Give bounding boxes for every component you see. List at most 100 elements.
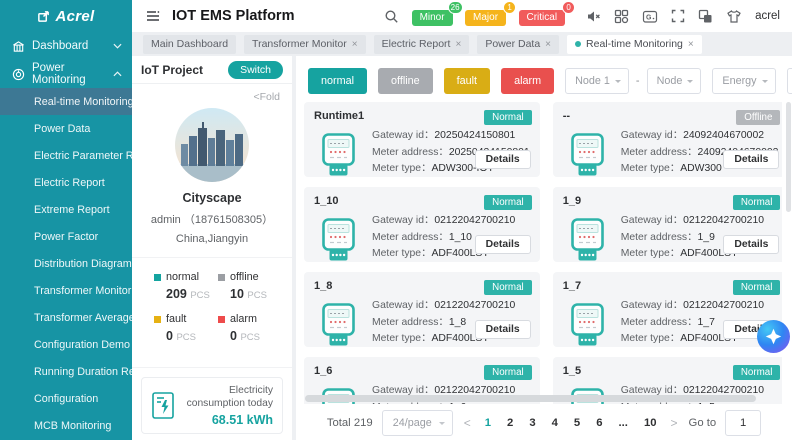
- device-stat: normal 209 PCS: [154, 271, 212, 301]
- status-filter-button[interactable]: fault: [444, 68, 490, 94]
- svg-text:G: G: [646, 14, 652, 21]
- page-number[interactable]: 3: [526, 417, 538, 429]
- tab[interactable]: Main Dashboard ×: [143, 35, 236, 54]
- apps-grid-icon[interactable]: [614, 9, 629, 24]
- horizontal-scrollbar[interactable]: [305, 395, 756, 402]
- status-filter-button[interactable]: normal: [308, 68, 367, 94]
- sidebar-subitem[interactable]: Electric Parameter Report: [0, 142, 132, 169]
- meter-type-label: Meter type：: [621, 248, 680, 259]
- sidebar-item-dashboard[interactable]: Dashboard: [0, 32, 132, 60]
- details-button[interactable]: Details: [475, 150, 531, 169]
- alarm-badge[interactable]: Minor 26: [412, 7, 453, 26]
- tab[interactable]: Electric Report ×: [374, 35, 470, 54]
- fold-panel-link[interactable]: <Fold: [132, 84, 292, 103]
- sidebar-subitem[interactable]: Running Duration Report: [0, 358, 132, 385]
- sidebar-subitem[interactable]: Transformer Monitor: [0, 277, 132, 304]
- main-content: normal offline fault alarm Node 1 - Node…: [296, 56, 792, 440]
- sidebar-subitem[interactable]: Power Factor: [0, 223, 132, 250]
- energy-value: Energy: [722, 75, 756, 87]
- sidebar-subitem[interactable]: Electric Report: [0, 169, 132, 196]
- tab-close-icon[interactable]: ×: [455, 39, 461, 50]
- meter-icon: [569, 218, 606, 267]
- device-card: 1_8 Normal Gateway id：02122042700210 Met…: [304, 272, 540, 347]
- chevron-up-icon: [113, 71, 122, 77]
- status-badge: Normal: [484, 110, 532, 125]
- collapse-menu-icon[interactable]: [145, 8, 161, 24]
- username[interactable]: acrel: [755, 10, 780, 22]
- alarm-badge[interactable]: Major 1: [465, 7, 506, 26]
- page-size-select[interactable]: 24/page: [382, 410, 453, 436]
- details-button[interactable]: Details: [475, 320, 531, 339]
- tab-close-icon[interactable]: ×: [352, 39, 358, 50]
- meter-icon: [320, 133, 357, 182]
- sidebar-subitem[interactable]: Extreme Report: [0, 196, 132, 223]
- page-number[interactable]: 4: [549, 417, 561, 429]
- theme-icon[interactable]: [698, 9, 713, 24]
- status-filter-button[interactable]: offline: [378, 68, 433, 94]
- project-panel-title: IoT Project: [141, 63, 203, 77]
- device-card: 1_9 Normal Gateway id：02122042700210 Met…: [553, 187, 782, 262]
- details-button[interactable]: Details: [723, 150, 779, 169]
- ai-assistant-button[interactable]: [757, 320, 790, 353]
- fullscreen-icon[interactable]: [671, 9, 685, 23]
- node-from-select[interactable]: Node 1: [565, 68, 629, 94]
- prev-page-icon[interactable]: <: [462, 416, 473, 430]
- page-size-value: 24/page: [393, 417, 432, 429]
- sidebar-subitem[interactable]: Configuration: [0, 385, 132, 412]
- goto-page-input[interactable]: [725, 410, 761, 436]
- page-number[interactable]: 6: [593, 417, 605, 429]
- device-card: Runtime1 Normal Gateway id：2025042415080…: [304, 102, 540, 177]
- device-card: -- Offline Gateway id：24092404670002 Met…: [553, 102, 782, 177]
- acrel-logo-icon: [37, 10, 50, 23]
- translate-icon[interactable]: G: [642, 9, 658, 24]
- sidebar-subitem[interactable]: Power Data: [0, 115, 132, 142]
- sidebar-subitem[interactable]: MCB Monitoring: [0, 412, 132, 439]
- meter-address-label: Meter address：: [621, 317, 698, 328]
- mute-icon[interactable]: [586, 9, 601, 24]
- page-number[interactable]: 5: [571, 417, 583, 429]
- meter-icon: [320, 303, 357, 352]
- details-button[interactable]: Details: [475, 235, 531, 254]
- page-number[interactable]: 1: [482, 417, 494, 429]
- vertical-scrollbar[interactable]: [786, 102, 791, 212]
- status-badge: Offline: [736, 110, 780, 125]
- tab-close-icon[interactable]: ×: [545, 39, 551, 50]
- app-header: Acrel IOT EMS Platform Minor 26 Major 1 …: [0, 0, 792, 32]
- tab-close-icon[interactable]: ×: [688, 39, 694, 50]
- gateway-id-input[interactable]: [787, 68, 792, 94]
- stat-value: 0: [166, 329, 173, 343]
- status-badge: Normal: [733, 280, 781, 295]
- sidebar-subitem[interactable]: Transformer Average Loa...: [0, 304, 132, 331]
- divider: [132, 367, 292, 368]
- search-icon[interactable]: [384, 9, 399, 24]
- tshirt-icon[interactable]: [726, 9, 742, 24]
- gateway-id-value: 24092404670002: [683, 130, 764, 141]
- tab-label: Power Data: [485, 38, 540, 50]
- next-page-icon[interactable]: >: [669, 416, 680, 430]
- page-numbers: 1 2 3 4 5 6 ... 10: [482, 417, 660, 429]
- sidebar-item-power-monitoring[interactable]: Power Monitoring: [0, 60, 132, 88]
- status-filter-button[interactable]: alarm: [501, 68, 554, 94]
- alarm-badge[interactable]: Critical 0: [519, 7, 566, 26]
- tab-label: Transformer Monitor: [252, 38, 347, 50]
- alarm-badges: Minor 26 Major 1 Critical 0: [412, 7, 574, 26]
- node-to-select[interactable]: Node: [647, 68, 702, 94]
- project-panel: IoT Project Switch <Fold: [132, 56, 296, 440]
- sidebar-subitem[interactable]: Configuration Demo: [0, 331, 132, 358]
- alarm-count-badge: 26: [448, 1, 463, 14]
- alarm-count-badge: 0: [562, 1, 575, 14]
- sidebar-subitem[interactable]: Real-time Monitoring: [0, 88, 132, 115]
- details-button[interactable]: Details: [723, 235, 779, 254]
- active-tab-dot-icon: [575, 41, 581, 47]
- switch-project-button[interactable]: Switch: [228, 61, 283, 79]
- tab-label: Electric Report: [382, 38, 451, 50]
- tab[interactable]: Real-time Monitoring ×: [567, 35, 702, 54]
- energy-select[interactable]: Energy: [712, 68, 775, 94]
- page-number[interactable]: ...: [616, 417, 631, 429]
- page-number[interactable]: 10: [641, 417, 660, 429]
- tab[interactable]: Power Data ×: [477, 35, 559, 54]
- sidebar-subitem[interactable]: Distribution Diagram: [0, 250, 132, 277]
- gateway-id-label: Gateway id：: [372, 215, 434, 226]
- page-number[interactable]: 2: [504, 417, 516, 429]
- tab[interactable]: Transformer Monitor ×: [244, 35, 366, 54]
